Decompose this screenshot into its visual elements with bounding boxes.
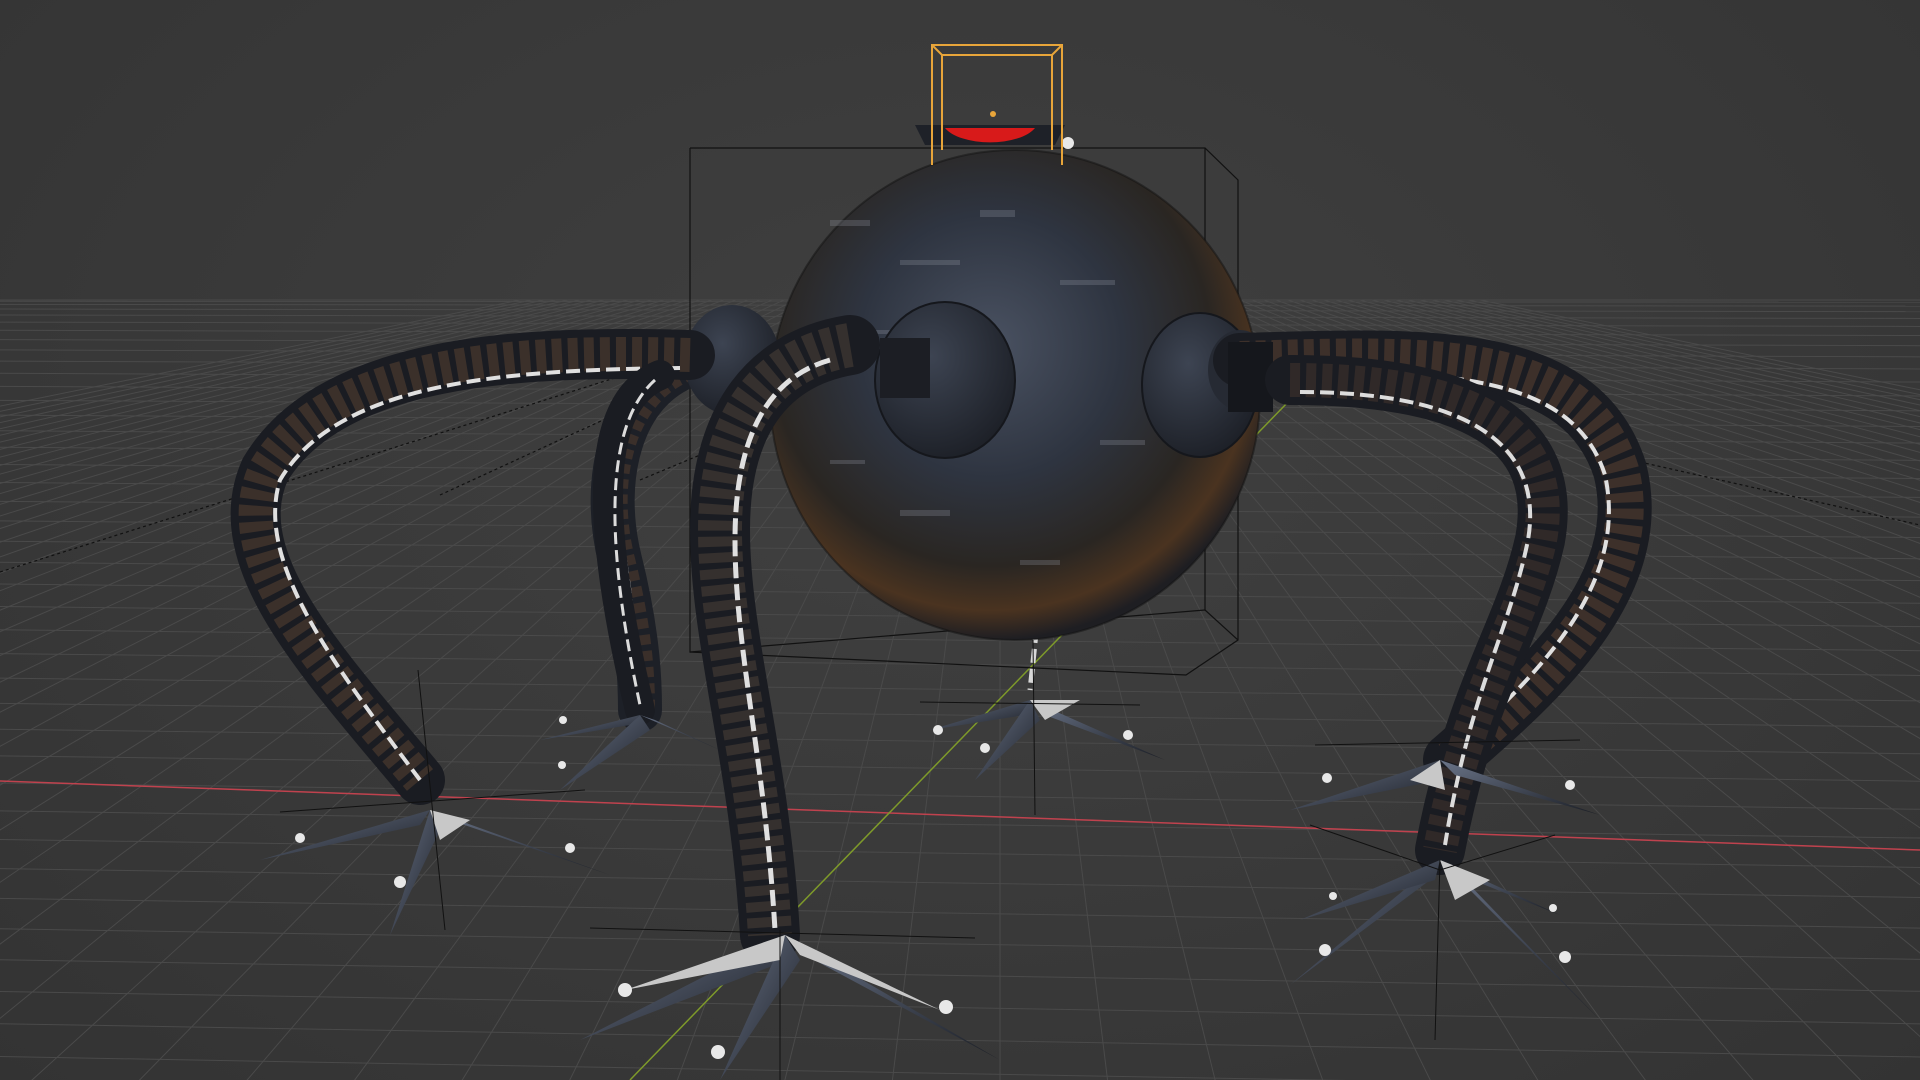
head-cap[interactable]: [915, 111, 1074, 149]
3d-viewport[interactable]: [0, 0, 1920, 1080]
viewport-canvas[interactable]: [0, 0, 1920, 1080]
grid-line: [0, 897, 1920, 929]
head-selection-box: [931, 44, 1063, 165]
grid-line: [0, 299, 809, 713]
grid-line: [0, 728, 1920, 755]
grid-line: [0, 959, 1920, 992]
grid-line: [0, 677, 1920, 702]
grid-line: [0, 928, 1920, 960]
grid-line: [0, 755, 1920, 782]
grid-line: [0, 1056, 1348, 1080]
grid-line: [0, 868, 1920, 898]
grid-line: [0, 1023, 1920, 1058]
foot-claw-inner-left[interactable]: [540, 715, 720, 790]
grid-line: [0, 299, 821, 747]
grid-line: [0, 990, 1920, 1025]
grid-line: [0, 782, 1920, 810]
